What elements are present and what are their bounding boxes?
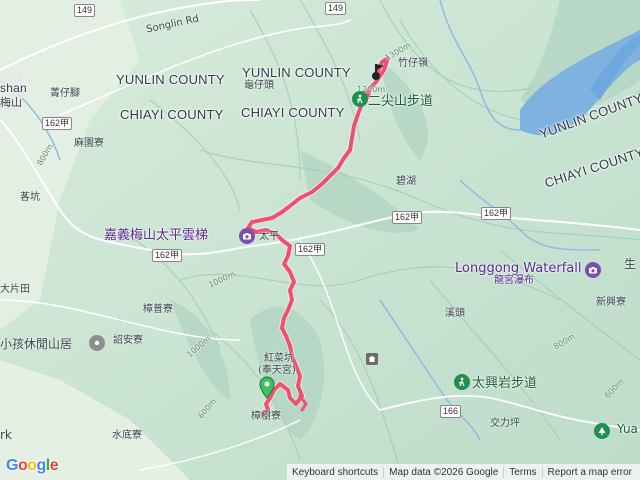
trail-icon[interactable]: [454, 374, 470, 390]
route-shield: 162甲: [392, 211, 423, 224]
county-label: CHIAYI COUNTY: [241, 105, 345, 120]
place-label: 溪頭: [445, 308, 465, 319]
route-shield: 149: [325, 2, 347, 15]
route-shield: 149: [74, 4, 96, 17]
map-attribution-bar: Keyboard shortcuts Map data ©2026 Google…: [287, 464, 640, 480]
place-label: 麻園寮: [74, 138, 104, 149]
town-label: shan: [0, 81, 27, 95]
place-label: 竹仔嶺: [398, 58, 428, 69]
report-error-link[interactable]: Report a map error: [541, 466, 637, 478]
place-label: 龜仔頭: [244, 80, 274, 91]
place-label: (奉天宮): [258, 365, 296, 376]
tree-icon[interactable]: [594, 423, 610, 439]
county-label: YUNLIN COUNTY: [116, 72, 225, 87]
poi-label-cabin[interactable]: 小孩休閒山居: [0, 338, 72, 350]
place-label: 紅菜坑: [264, 353, 294, 364]
poi-label-taixingyan-trail[interactable]: 太興岩步道: [472, 377, 537, 390]
place-label: 樟樹寮: [251, 411, 281, 422]
google-logo: Google: [6, 457, 59, 474]
route-shield: 166: [440, 405, 462, 418]
poi-label-erjian-trail[interactable]: 二尖山步道: [368, 95, 433, 108]
poi-label-taiping-skywalk[interactable]: 嘉義梅山太平雲梯: [104, 229, 208, 242]
camera-icon[interactable]: [585, 262, 601, 278]
route-shield: 162甲: [481, 207, 512, 220]
place-label: 碧湖: [396, 176, 416, 187]
route-shield: 162甲: [42, 117, 73, 130]
place-label: rk: [0, 428, 12, 442]
camera-icon[interactable]: [239, 228, 255, 244]
county-label: CHIAYI COUNTY: [120, 107, 224, 122]
map-data-text: Map data ©2026 Google: [383, 466, 503, 478]
place-label: 樟普寮: [143, 304, 173, 315]
place-label: 水底寮: [112, 430, 142, 441]
place-label: 菁仔腳: [50, 88, 80, 99]
place-label: 交力坪: [490, 418, 520, 429]
place-label: 太平: [259, 231, 279, 242]
temple-icon[interactable]: [366, 353, 378, 365]
place-label: 新興寮: [596, 297, 626, 308]
trail-icon[interactable]: [352, 91, 368, 107]
place-label: Yua: [617, 422, 638, 436]
pin-icon[interactable]: [89, 335, 105, 351]
route-shield: 162甲: [295, 243, 326, 256]
terms-link[interactable]: Terms: [503, 466, 541, 478]
place-label: 大片田: [0, 284, 30, 295]
place-label: 詔安寮: [113, 335, 143, 346]
poi-label-longgong-zh[interactable]: 龍宮瀑布: [494, 276, 534, 286]
town-label: 梅山: [0, 96, 22, 109]
place-label: 茖坑: [20, 192, 40, 203]
county-label: YUNLIN COUNTY: [242, 65, 351, 80]
route-shield: 162甲: [152, 249, 183, 262]
place-label: 生: [624, 257, 637, 271]
poi-label-longgong-en[interactable]: Longgong Waterfall: [455, 262, 581, 275]
keyboard-shortcuts-link[interactable]: Keyboard shortcuts: [287, 467, 383, 478]
